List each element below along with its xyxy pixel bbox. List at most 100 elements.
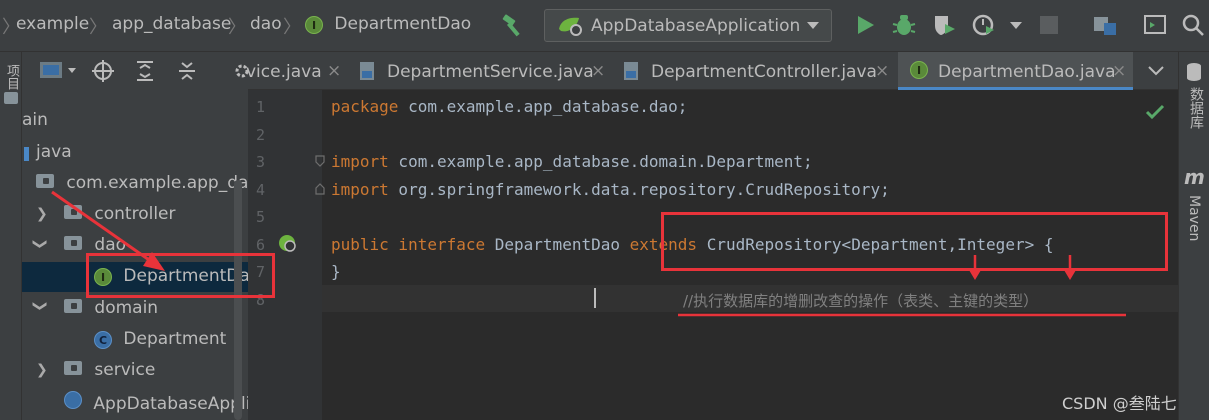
code-text: org.springframework.data.repository.Crud… (388, 180, 890, 199)
close-icon[interactable]: × (1112, 61, 1126, 81)
line-number: 5 (256, 208, 266, 226)
chevron-right-icon[interactable]: ❯ (36, 362, 48, 378)
package-folder-icon (64, 205, 82, 219)
close-icon[interactable]: × (875, 61, 889, 81)
tree-item-main[interactable]: ain (22, 110, 48, 130)
tab-label: vice.java (246, 62, 322, 82)
tree-item-controller[interactable]: controller (64, 204, 176, 224)
code-comment-line-8: //执行数据库的增删改查的操作（表类、主键的类型） (683, 292, 1039, 310)
line-number: 2 (256, 126, 266, 144)
run-configuration-label: AppDatabaseApplication (591, 16, 801, 36)
spring-boot-icon (559, 17, 582, 36)
interface-icon: I (910, 61, 928, 79)
tree-item-app-database-application[interactable]: AppDatabaseApplic (64, 391, 260, 414)
chevron-right-icon[interactable]: ❯ (36, 206, 48, 222)
project-toolbar (22, 52, 248, 90)
database-tool-window-label[interactable]: 数据库 (1186, 87, 1206, 129)
keyword: package (331, 97, 399, 116)
breadcrumb-separator: 〉 (228, 17, 246, 38)
code-text: com.example.app_database.domain.Departme… (388, 152, 813, 171)
keyword: import (331, 180, 389, 199)
stop-icon[interactable] (1040, 16, 1058, 34)
chevron-down-icon[interactable] (1010, 22, 1022, 30)
chevron-down-icon[interactable]: ❯ (32, 238, 48, 250)
tree-item-java[interactable]: java (24, 142, 72, 162)
package-folder-icon (64, 361, 82, 375)
run-icon[interactable] (852, 12, 878, 38)
keyword: import (331, 152, 389, 171)
package-folder-icon (64, 299, 82, 313)
view-options-icon[interactable] (40, 60, 80, 82)
tab-service[interactable]: vice.java × (235, 52, 353, 90)
keyword: public interface (331, 235, 486, 254)
search-icon[interactable] (1180, 12, 1206, 38)
code-text: DepartmentDao (485, 235, 630, 254)
line-number: 4 (256, 181, 266, 199)
inspection-ok-check-icon[interactable] (1145, 104, 1165, 120)
locate-file-icon[interactable] (92, 60, 114, 82)
fold-marker-icon[interactable] (315, 155, 325, 167)
tree-item-label: service (94, 360, 156, 380)
annotation-box-tree-dao (86, 253, 275, 298)
breadcrumb-example[interactable]: example (16, 14, 89, 34)
maven-icon: m (1184, 165, 1205, 189)
class-icon: C (94, 331, 112, 349)
line-number: 1 (256, 98, 266, 116)
close-icon[interactable]: × (327, 61, 341, 81)
package-folder-icon (64, 236, 82, 250)
source-root-icon (24, 147, 29, 161)
debug-bug-icon[interactable] (891, 12, 917, 38)
tree-item-label: domain (94, 298, 159, 318)
spring-bean-gutter-icon[interactable] (277, 233, 297, 253)
breadcrumb-app-database[interactable]: app_database (112, 14, 231, 34)
collapse-all-icon[interactable] (177, 60, 197, 82)
fold-marker-icon[interactable] (315, 183, 325, 195)
tree-item-domain[interactable]: domain (64, 298, 158, 318)
build-hammer-icon[interactable] (500, 12, 526, 38)
text-caret (594, 288, 596, 308)
java-file-icon (360, 62, 374, 80)
navigation-bar: 〉 example 〉 app_database 〉 dao 〉 I Depar… (0, 0, 1209, 52)
tree-item-label: Department (123, 329, 227, 349)
tab-department-dao-active[interactable]: I DepartmentDao.java × (898, 52, 1133, 90)
tree-item-service[interactable]: service (64, 360, 155, 380)
spring-application-class-icon (64, 391, 82, 409)
left-tool-strip: 项目 (0, 52, 22, 420)
tab-department-controller[interactable]: DepartmentController.java × (611, 52, 896, 90)
tree-item-label: java (36, 142, 72, 162)
tree-item-dao[interactable]: dao (64, 235, 126, 255)
package-folder-icon (36, 174, 54, 188)
maven-tool-window-label[interactable]: Maven (1186, 195, 1202, 241)
tree-item-label: dao (94, 235, 127, 255)
right-tool-strip: 数据库 m Maven (1178, 52, 1209, 420)
coverage-shield-icon[interactable] (931, 12, 957, 38)
profiler-icon[interactable] (971, 12, 997, 38)
java-file-icon (624, 62, 638, 80)
breadcrumb-department-dao-label: DepartmentDao (334, 14, 472, 34)
code-line-3: import com.example.app_database.domain.D… (331, 152, 813, 171)
project-tree-scrollbar[interactable] (234, 180, 242, 420)
code-text: com.example.app_database.dao; (398, 97, 688, 116)
tab-department-service[interactable]: DepartmentService.java × (353, 52, 611, 90)
tab-label: DepartmentDao.java (938, 62, 1116, 82)
project-tool-window-label[interactable]: 项目 (2, 64, 21, 90)
tree-item-department[interactable]: C Department (94, 329, 226, 349)
annotation-box-extends (661, 212, 1168, 271)
editor-tab-bar: vice.java × DepartmentService.java × Dep… (235, 52, 1178, 90)
breadcrumb-dao[interactable]: dao (250, 14, 282, 34)
expand-all-icon[interactable] (135, 60, 155, 82)
breadcrumb-separator: 〉 (89, 17, 107, 38)
close-icon[interactable]: × (591, 61, 605, 81)
chevron-down-icon[interactable] (1148, 66, 1164, 76)
code-line-1: package com.example.app_database.dao; (331, 97, 687, 116)
line-number: 3 (256, 153, 266, 171)
folder-icon (4, 92, 18, 104)
run-configuration-dropdown[interactable]: AppDatabaseApplication (544, 9, 832, 42)
code-line-4: import org.springframework.data.reposito… (331, 180, 890, 199)
breadcrumb-separator: 〉 (283, 17, 301, 38)
chevron-down-icon[interactable]: ❯ (32, 300, 48, 312)
terminal-icon[interactable] (1142, 12, 1168, 38)
tree-item-package-root[interactable]: com.example.app_data (36, 173, 265, 193)
project-structure-icon[interactable] (1092, 12, 1118, 38)
breadcrumb-department-dao[interactable]: I DepartmentDao (305, 14, 471, 34)
